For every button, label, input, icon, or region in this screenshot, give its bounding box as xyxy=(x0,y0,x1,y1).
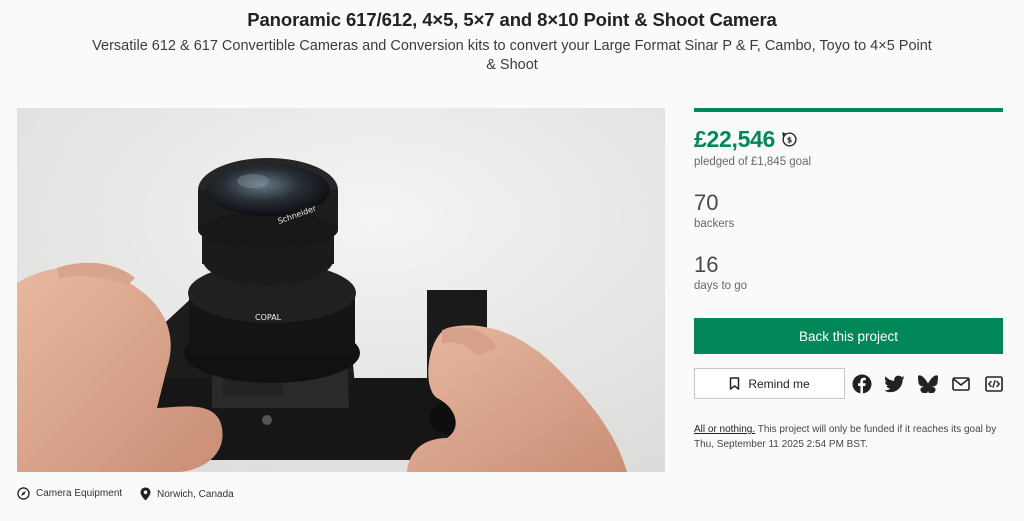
funding-progress-fill xyxy=(694,108,1003,112)
all-or-nothing-link[interactable]: All or nothing. xyxy=(694,424,755,435)
category-link[interactable]: Camera Equipment xyxy=(17,487,122,500)
location-link[interactable]: Norwich, Canada xyxy=(140,487,234,501)
lens-shutter-text: COPAL xyxy=(255,313,282,322)
embed-icon[interactable] xyxy=(984,374,1004,394)
days-to-go-count: 16 xyxy=(694,252,719,277)
days-to-go-caption: days to go xyxy=(694,280,748,292)
location-pin-icon xyxy=(140,487,151,501)
compass-icon xyxy=(17,487,30,500)
pledged-row: £22,546 $ xyxy=(694,126,798,153)
backers-caption: backers xyxy=(694,218,735,230)
remind-me-label: Remind me xyxy=(748,376,810,391)
email-icon[interactable] xyxy=(951,374,971,394)
backers-count: 70 xyxy=(694,190,719,215)
location-label: Norwich, Canada xyxy=(157,488,234,500)
currency-conversion-icon[interactable]: $ xyxy=(781,131,798,148)
remind-me-button[interactable]: Remind me xyxy=(694,368,845,399)
project-subtitle: Versatile 612 & 617 Convertible Cameras … xyxy=(92,38,932,73)
bookmark-icon xyxy=(730,377,740,390)
funding-progress-bar xyxy=(694,108,1003,112)
svg-text:$: $ xyxy=(787,135,792,144)
camera-photo: COPAL Schneider xyxy=(17,108,665,472)
bluesky-icon[interactable] xyxy=(918,374,938,394)
category-label: Camera Equipment xyxy=(36,488,123,499)
pledged-amount: £22,546 xyxy=(694,126,776,152)
facebook-icon[interactable] xyxy=(852,374,872,394)
project-title: Panoramic 617/612, 4×5, 5×7 and 8×10 Poi… xyxy=(247,9,777,30)
twitter-icon[interactable] xyxy=(885,374,905,394)
back-this-project-button[interactable]: Back this project xyxy=(694,318,1003,354)
all-or-nothing-notice: All or nothing. This project will only b… xyxy=(694,423,1004,452)
project-hero-image[interactable]: COPAL Schneider xyxy=(17,108,665,472)
pledged-caption: pledged of £1,845 goal xyxy=(694,156,812,168)
